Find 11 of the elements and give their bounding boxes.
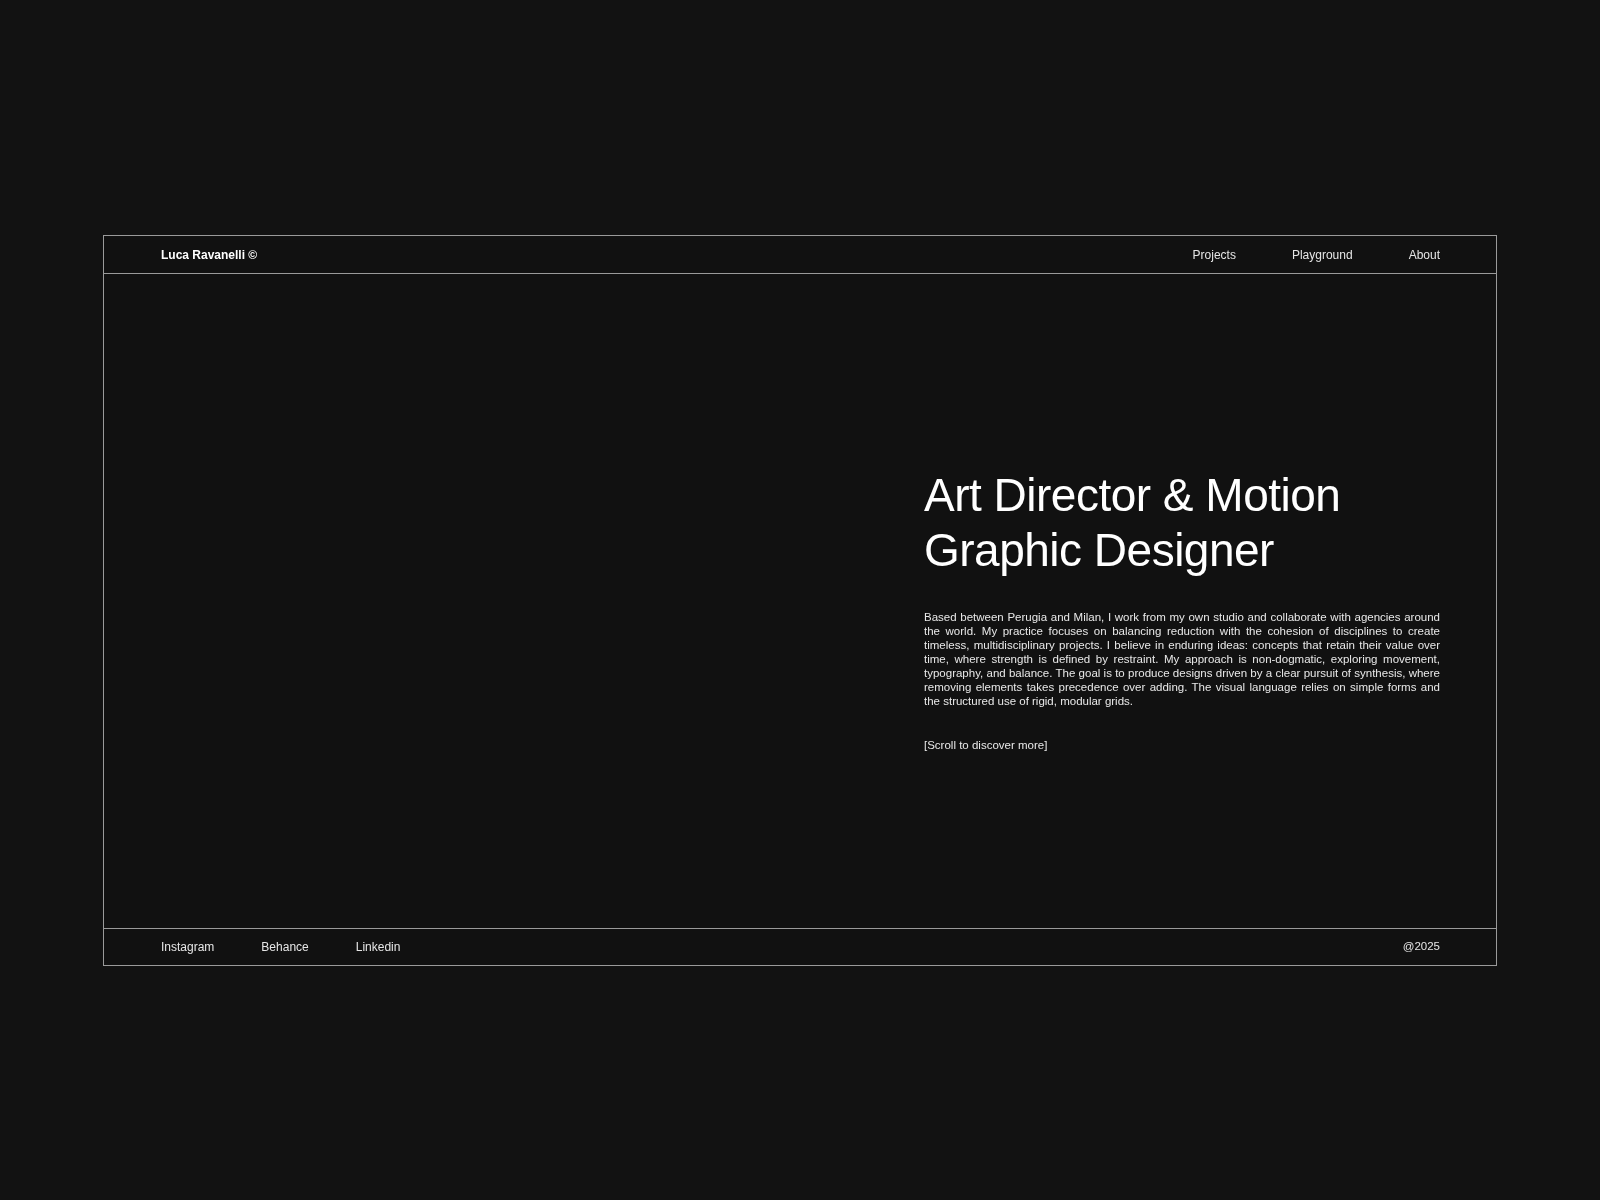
scroll-hint-link[interactable]: [Scroll to discover more] xyxy=(924,737,1048,755)
brand-name[interactable]: Luca Ravanelli © xyxy=(161,245,258,264)
nav-link[interactable]: Playground xyxy=(1291,245,1353,264)
nav-link[interactable]: About xyxy=(1408,245,1440,264)
social-link[interactable]: Instagram xyxy=(161,938,215,956)
social-link[interactable]: Behance xyxy=(261,938,309,956)
copyright-text: @2025 xyxy=(1402,939,1440,955)
hero-heading: Art Director & Motion Graphic Designer xyxy=(924,468,1342,578)
social-link[interactable]: Linkedin xyxy=(355,938,401,956)
nav-link[interactable]: Projects xyxy=(1192,245,1236,264)
bio-paragraph: Based between Perugia and Milan, I work from my own studio and collaborate with agencies around the world. My practice focuses on balancing reduction with the cohesion of disciplines to create timeless, multidisciplinary projects. I believe in enduring ideas: concepts that retain their value over time, where strength is defined by restraint. My approach is non-dogmatic, exploring movement, typography, and balance. The goal is to produce designs driven by a clear pursuit of synthesis, where removing elements takes precedence over adding. The visual language relies on simple forms and the structured use of rigid, modular grids. xyxy=(924,610,1440,708)
